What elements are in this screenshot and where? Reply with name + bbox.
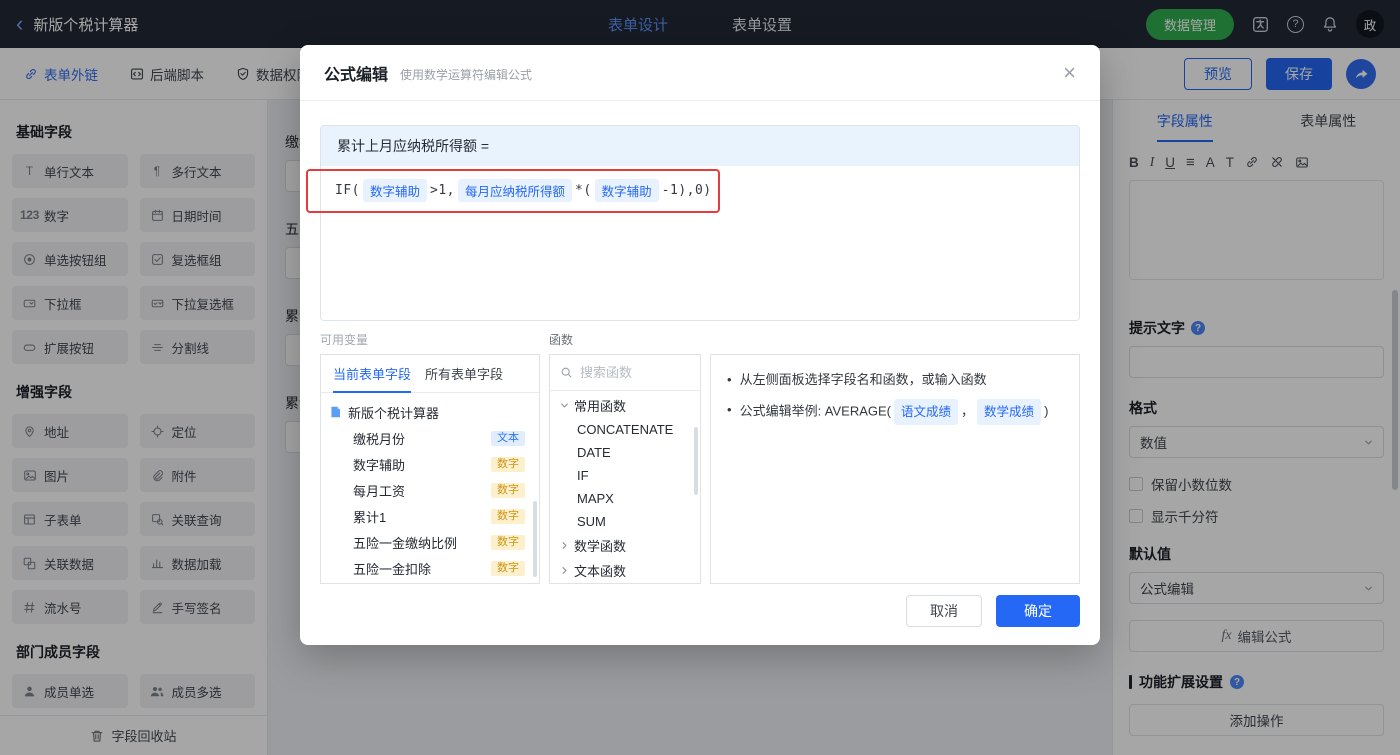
- var-tabs: 当前表单字段 所有表单字段: [321, 355, 539, 393]
- functions-scrollbar[interactable]: [694, 427, 698, 495]
- variables-root-label: 新版个税计算器: [348, 405, 440, 421]
- formula-text: ): [1044, 403, 1049, 419]
- functions-panel: 常用函数 CONCATENATEDATEIFMAPXSUM 数学函数文本函数: [549, 354, 701, 584]
- field-chip[interactable]: 数字辅助: [594, 179, 659, 202]
- modal-subtitle: 使用数学运算符编辑公式: [400, 67, 533, 82]
- field-type-badge: 数字: [491, 482, 525, 498]
- field-chip[interactable]: 数字辅助: [362, 179, 427, 202]
- function-item[interactable]: IF: [550, 464, 700, 487]
- variable-item[interactable]: 每月工资 数字: [329, 477, 525, 503]
- field-chip: 数学成绩: [977, 399, 1042, 425]
- formula-text: -1),0): [661, 183, 712, 198]
- chevron-right-icon: [560, 541, 569, 550]
- bullet-icon: •: [727, 402, 732, 417]
- search-icon: [560, 366, 573, 379]
- variable-item[interactable]: 缴税月份 文本: [329, 425, 525, 451]
- function-item[interactable]: CONCATENATE: [550, 418, 700, 441]
- formula-help-panel: • 从左侧面板选择字段名和函数，或输入函数 • 公式编辑举例: AVERAGE(…: [710, 354, 1080, 584]
- function-group-label: 数学函数: [574, 539, 627, 554]
- formula-editor-modal: 公式编辑 使用数学运算符编辑公式 × 累计上月应纳税所得额 = IF(数字辅助 >…: [300, 45, 1100, 645]
- variable-item[interactable]: 数字辅助 数字: [329, 451, 525, 477]
- variable-item[interactable]: 五险一金扣除 数字: [329, 555, 525, 581]
- field-type-badge: 数字: [491, 508, 525, 524]
- variable-name: 五险一金缴纳比例: [353, 535, 458, 551]
- functions-label: 函数: [549, 333, 574, 347]
- function-item[interactable]: MAPX: [550, 487, 700, 510]
- variable-name: 五险一金扣除: [353, 561, 432, 577]
- modal-footer: 取消 确定: [906, 595, 1080, 627]
- chevron-right-icon: [560, 566, 569, 575]
- variable-item[interactable]: 累计1 数字: [329, 503, 525, 529]
- help-tip-1: 从左侧面板选择字段名和函数，或输入函数: [739, 372, 987, 387]
- function-item[interactable]: SUM: [550, 510, 700, 533]
- formula-text: >1,: [430, 183, 455, 198]
- help-tip-row: • 从左侧面板选择字段名和函数，或输入函数: [727, 369, 1063, 391]
- function-item[interactable]: DATE: [550, 441, 700, 464]
- variables-tab[interactable]: 所有表单字段: [425, 355, 503, 392]
- modal-title: 公式编辑: [324, 66, 389, 84]
- function-group-label: 文本函数: [574, 564, 627, 579]
- formula-editor[interactable]: IF(数字辅助 >1, 每月应纳税所得额 *(数字辅助 -1),0): [321, 166, 1079, 320]
- formula-text: *(: [575, 183, 592, 198]
- modal-body: 累计上月应纳税所得额 = IF(数字辅助 >1, 每月应纳税所得额 *(数字辅助 -1)…: [300, 101, 1100, 584]
- chevron-down-icon: [560, 401, 569, 410]
- variable-name: 累计1: [353, 509, 387, 525]
- variable-item[interactable]: 五险一金缴纳比例 数字: [329, 529, 525, 555]
- doc-icon: [329, 405, 342, 419]
- function-group[interactable]: 文本函数: [550, 558, 700, 583]
- help-example: 公式编辑举例: AVERAGE(语文成绩，数学成绩): [739, 399, 1049, 425]
- field-chip: 语文成绩: [894, 399, 959, 425]
- formula-text: ，: [961, 403, 975, 419]
- formula-line: IF(数字辅助 >1, 每月应纳税所得额 *(数字辅助 -1),0): [335, 179, 1065, 202]
- field-type-badge: 数字: [491, 534, 525, 550]
- formula-text: 公式编辑举例: AVERAGE(: [739, 403, 892, 419]
- bullet-icon: •: [727, 372, 732, 387]
- close-icon[interactable]: ×: [1063, 61, 1076, 84]
- function-search: [550, 355, 700, 391]
- variable-name: 缴税月份: [353, 431, 406, 447]
- variables-label: 可用变量: [320, 333, 369, 347]
- func-tree: 常用函数 CONCATENATE DATE IF MAPX SUM 数学函数文本函数: [550, 391, 700, 583]
- field-type-badge: 数字: [491, 560, 525, 576]
- formula-text: IF(: [335, 183, 360, 198]
- function-search-input[interactable]: [580, 365, 690, 380]
- formula-target: 累计上月应纳税所得额 =: [321, 126, 1079, 166]
- variables-root: 新版个税计算器: [329, 399, 525, 425]
- variable-name: 数字辅助: [353, 457, 406, 473]
- function-group-label: 常用函数: [574, 399, 627, 414]
- cancel-button[interactable]: 取消: [906, 595, 982, 627]
- variables-scrollbar[interactable]: [533, 501, 537, 577]
- function-group[interactable]: 数学函数: [550, 533, 700, 558]
- field-type-badge: 文本: [491, 430, 525, 446]
- panel-labels: 可用变量 函数: [320, 331, 1080, 348]
- panel-row: 当前表单字段 所有表单字段 新版个税计算器 缴税月份 文本 数字辅助 数字 每月工资 数字 累计…: [320, 354, 1080, 584]
- variables-panel: 当前表单字段 所有表单字段 新版个税计算器 缴税月份 文本 数字辅助 数字 每月工资 数字 累计…: [320, 354, 540, 584]
- field-type-badge: 数字: [491, 456, 525, 472]
- variables-tab[interactable]: 当前表单字段: [333, 355, 412, 393]
- function-group[interactable]: 常用函数: [550, 393, 700, 418]
- formula-box: 累计上月应纳税所得额 = IF(数字辅助 >1, 每月应纳税所得额 *(数字辅助 -1)…: [320, 125, 1080, 321]
- ok-button[interactable]: 确定: [996, 595, 1080, 627]
- field-chip[interactable]: 每月应纳税所得额: [457, 179, 572, 202]
- var-list: 新版个税计算器 缴税月份 文本 数字辅助 数字 每月工资 数字 累计1 数字 五险一金缴纳比例 数字…: [321, 393, 539, 583]
- modal-header: 公式编辑 使用数学运算符编辑公式 ×: [300, 45, 1100, 101]
- help-example-row: • 公式编辑举例: AVERAGE(语文成绩，数学成绩): [727, 399, 1063, 425]
- variable-name: 每月工资: [353, 483, 406, 499]
